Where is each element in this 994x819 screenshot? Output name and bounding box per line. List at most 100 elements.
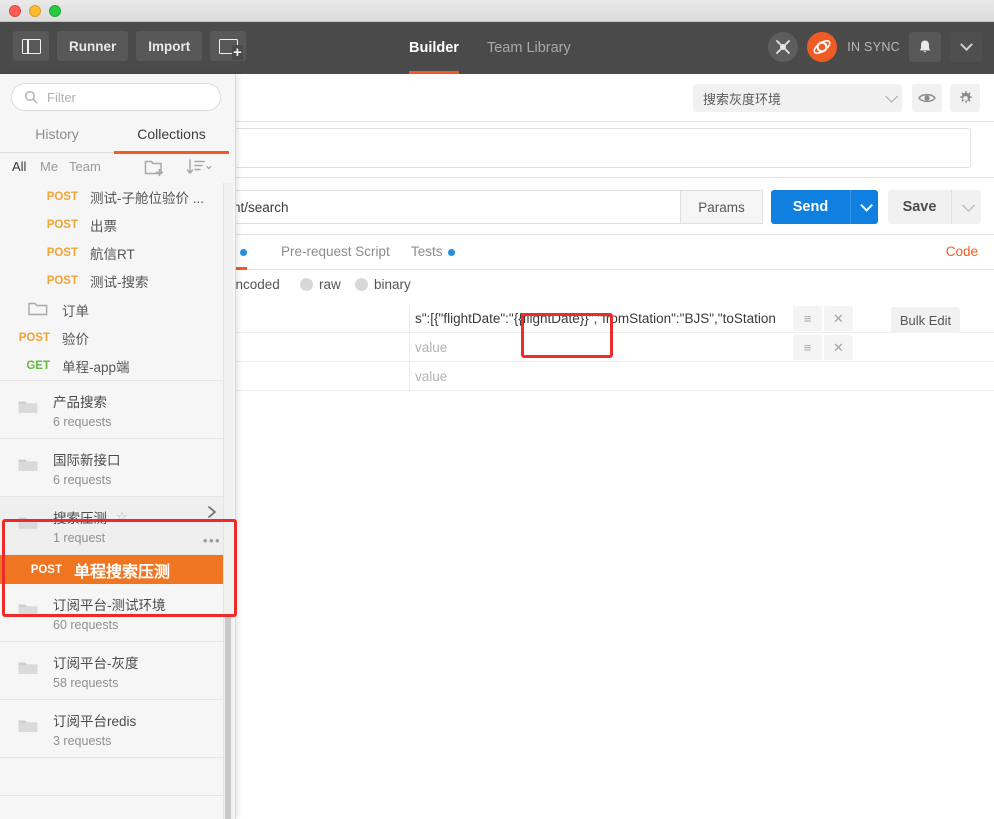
request-name-input[interactable] (229, 128, 971, 168)
tab-tests[interactable]: Tests (411, 235, 455, 270)
list-item-selected-request[interactable]: POST 单程搜索压测 (0, 555, 229, 584)
param-key-input[interactable] (228, 333, 410, 362)
reorder-icon[interactable]: ≡ (793, 335, 822, 360)
tab-pre-request-script[interactable]: Pre-request Script (281, 235, 390, 270)
chevron-down-icon (959, 37, 973, 51)
new-tab-button[interactable] (210, 31, 247, 61)
list-item-search-stress[interactable]: 搜索压测 ☆ 1 request ••• (0, 497, 229, 555)
tab-history[interactable]: History (0, 119, 114, 153)
request-count: 3 requests (53, 733, 112, 748)
sidebar-toggle-button[interactable] (13, 31, 49, 61)
eye-icon (918, 93, 936, 103)
star-icon[interactable]: ☆ (116, 509, 128, 525)
sort-icon (186, 159, 212, 174)
tests-modified-dot (447, 248, 455, 256)
notifications-button[interactable] (909, 32, 941, 62)
filter-area: Filter (0, 74, 229, 119)
code-link[interactable]: Code (946, 235, 978, 270)
environment-selected-label: 搜索灰度环境 (703, 91, 782, 107)
request-count: 6 requests (53, 472, 112, 487)
send-button[interactable]: Send (771, 190, 850, 224)
import-button[interactable]: Import (136, 31, 203, 61)
sync-button[interactable] (807, 32, 838, 62)
gear-icon (959, 90, 972, 103)
sync-status-label: IN SYNC (847, 40, 900, 54)
collection-name: 订阅平台-测试环境 (53, 597, 166, 613)
zoom-window-button[interactable] (49, 5, 61, 17)
collection-title: 订阅平台-灰度 (53, 652, 139, 672)
environment-quick-look-button[interactable] (912, 84, 942, 112)
list-item[interactable]: GET 单程-app端 (0, 352, 229, 380)
body-type-raw[interactable]: raw (300, 277, 341, 292)
list-item[interactable]: 订单 (0, 295, 229, 324)
search-input[interactable]: Filter (11, 83, 221, 111)
sidebar-scope-filters: All Me Team (0, 153, 229, 183)
url-input[interactable]: ht/search (229, 190, 681, 224)
remove-row-icon[interactable]: ✕ (824, 306, 853, 331)
list-item[interactable]: POST 验价 (0, 324, 229, 352)
tab-builder[interactable]: Builder (409, 22, 459, 74)
save-button[interactable]: Save (888, 190, 951, 224)
list-item[interactable]: POST 航信RT (0, 239, 229, 267)
runner-button[interactable]: Runner (57, 31, 129, 61)
tab-collections[interactable]: Collections (114, 119, 229, 154)
param-value-input[interactable]: value (410, 362, 784, 391)
bulk-edit-button[interactable]: Bulk Edit (891, 307, 960, 333)
list-item[interactable]: 订阅平台redis 3 requests (0, 700, 229, 758)
request-tabs: y Pre-request Script Tests Code (228, 235, 994, 270)
method-badge: POST (18, 332, 50, 344)
close-window-button[interactable] (9, 5, 21, 17)
collection-title: 搜索压测 ☆ (53, 507, 128, 527)
list-item[interactable]: 订阅平台-灰度 58 requests (0, 642, 229, 700)
request-name-area (228, 122, 994, 175)
environment-select[interactable]: 搜索灰度环境 (693, 84, 902, 112)
minimize-window-button[interactable] (29, 5, 41, 17)
method-badge: POST (30, 563, 62, 576)
sort-button[interactable] (186, 157, 212, 182)
header-left-actions: Runner Import (13, 31, 247, 61)
collection-name: 搜索压测 (53, 510, 107, 526)
remove-row-icon[interactable]: ✕ (824, 335, 853, 360)
new-folder-button[interactable] (144, 157, 166, 182)
request-count: 1 request (53, 530, 106, 545)
params-button[interactable]: Params (681, 190, 763, 224)
scope-filter-team[interactable]: Team (69, 159, 101, 174)
list-item[interactable]: POST 测试-子舱位验价 ... (0, 183, 229, 211)
list-item[interactable]: 订阅平台-测试环境 60 requests (0, 584, 229, 642)
new-tab-icon (218, 38, 243, 60)
folder-icon (18, 399, 38, 420)
environment-settings-button[interactable] (950, 84, 980, 112)
param-key-input[interactable] (228, 362, 410, 391)
save-options-button[interactable] (951, 190, 981, 224)
collection-text: 订阅平台-灰度 58 requests (53, 652, 139, 690)
environment-bar: 搜索灰度环境 (228, 74, 994, 122)
sidebar-scrollbar-thumb[interactable] (225, 614, 231, 819)
table-row: s":[{"flightDate":"{{flightDate}}","from… (228, 304, 994, 333)
param-value-input[interactable]: value (410, 333, 784, 362)
body-type-binary[interactable]: binary (355, 277, 411, 292)
body-modified-dot (239, 248, 247, 256)
search-placeholder: Filter (47, 89, 76, 105)
request-name: 单程搜索压测 (74, 563, 171, 581)
window-titlebar (0, 0, 994, 22)
folder-icon (18, 718, 38, 739)
folder-icon (18, 602, 38, 623)
header-menu-button[interactable] (950, 32, 982, 62)
tab-team-library[interactable]: Team Library (487, 22, 571, 74)
list-item[interactable]: 国际新接口 6 requests (0, 439, 229, 497)
request-name: 测试-搜索 (90, 275, 149, 290)
collections-sidebar: Filter History Collections All Me Team P… (0, 74, 236, 819)
scope-filter-me[interactable]: Me (40, 159, 58, 174)
satellite-button[interactable] (768, 32, 799, 62)
param-value-input[interactable]: s":[{"flightDate":"{{flightDate}}","from… (410, 304, 784, 333)
radio-icon (355, 278, 368, 291)
param-key-input[interactable] (228, 304, 410, 333)
scope-filter-all[interactable]: All (12, 159, 26, 174)
reorder-icon[interactable]: ≡ (793, 306, 822, 331)
list-item[interactable]: POST 出票 (0, 211, 229, 239)
collection-title: 订阅平台-测试环境 (53, 594, 166, 614)
list-item[interactable]: 产品搜索 6 requests (0, 381, 229, 439)
send-options-button[interactable] (850, 190, 878, 224)
list-item[interactable]: POST 测试-搜索 (0, 267, 229, 295)
method-badge: POST (46, 247, 78, 259)
